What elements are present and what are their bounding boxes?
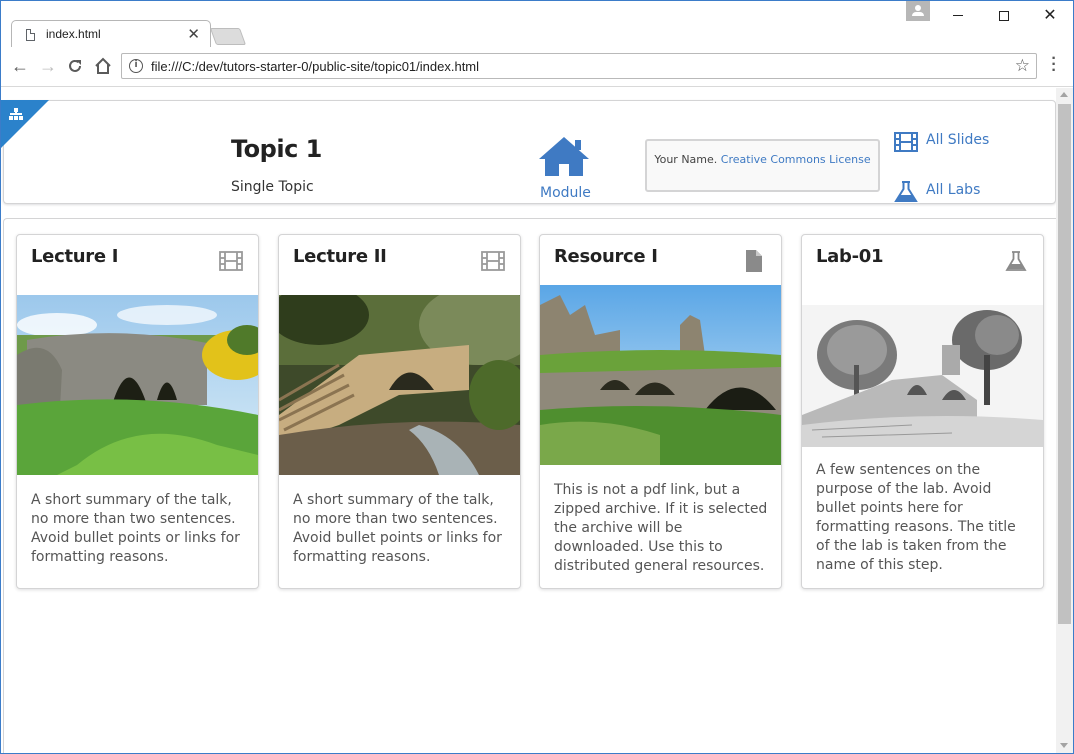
vertical-scrollbar[interactable] — [1056, 88, 1073, 753]
minimize-button[interactable] — [935, 3, 981, 29]
all-labs-label: All Labs — [926, 182, 981, 198]
film-icon — [894, 132, 918, 152]
module-link[interactable]: Module — [540, 185, 591, 201]
page-viewport: Topic 1 Single Topic Module Your Name. C… — [1, 88, 1056, 753]
flask-icon — [894, 181, 918, 202]
card-resource-1[interactable]: Resource I This is not a pdf link, but a… — [539, 234, 782, 589]
home-icon[interactable] — [92, 55, 114, 77]
all-slides-label: All Slides — [926, 132, 990, 148]
reload-icon[interactable] — [64, 55, 86, 77]
address-bar[interactable]: i file:///C:/dev/tutors-starter-0/public… — [121, 53, 1037, 79]
tab-strip: index.html ✕ ✕ — [1, 1, 1073, 48]
document-icon — [26, 29, 35, 41]
close-window-button[interactable]: ✕ — [1027, 3, 1073, 29]
card-lecture-1[interactable]: Lecture I A short summary of the talk, n… — [16, 234, 259, 589]
maximize-button[interactable] — [981, 3, 1027, 29]
license-author: Your Name. — [654, 153, 718, 166]
back-arrow-icon[interactable]: ← — [9, 55, 31, 77]
header-segment: Topic 1 Single Topic Module Your Name. C… — [3, 100, 1056, 204]
page-subtitle: Single Topic — [231, 179, 314, 195]
card-image[interactable] — [802, 305, 1043, 447]
scroll-thumb[interactable] — [1058, 104, 1071, 624]
profile-icon[interactable] — [906, 1, 930, 21]
film-icon — [481, 251, 505, 271]
card-description: This is not a pdf link, but a zipped arc… — [554, 482, 768, 574]
tab-close-icon[interactable]: ✕ — [187, 25, 200, 43]
film-icon — [219, 251, 243, 271]
info-icon[interactable]: i — [129, 59, 143, 73]
browser-tab[interactable]: index.html ✕ — [11, 20, 211, 48]
card-lab-01[interactable]: Lab-01 A few sentences on the purpose of… — [801, 234, 1044, 589]
browser-toolbar: ← → i file:///C:/dev/tutors-starter-0/pu… — [1, 47, 1073, 87]
url-text[interactable]: file:///C:/dev/tutors-starter-0/public-s… — [151, 59, 479, 74]
home-icon[interactable] — [537, 135, 591, 177]
card-title: Lecture I — [31, 246, 119, 267]
scroll-down-arrow-icon[interactable] — [1060, 743, 1068, 748]
menu-icon[interactable]: · · · — [1049, 51, 1059, 79]
card-image[interactable] — [540, 285, 781, 465]
tab-title: index.html — [46, 27, 101, 41]
card-title: Resource I — [554, 246, 658, 267]
new-tab-button[interactable] — [209, 28, 247, 45]
page-title: Topic 1 — [231, 135, 322, 163]
file-icon — [746, 250, 762, 272]
forward-arrow-icon[interactable]: → — [37, 55, 59, 77]
card-description: A few sentences on the purpose of the la… — [816, 462, 1016, 573]
card-lecture-2[interactable]: Lecture II A short summary of the talk, … — [278, 234, 521, 589]
sitemap-icon[interactable] — [9, 108, 23, 120]
card-description: A short summary of the talk, no more tha… — [293, 492, 502, 565]
star-icon[interactable]: ☆ — [1015, 56, 1030, 76]
license-box: Your Name. Creative Commons License — [645, 139, 880, 192]
card-description: A short summary of the talk, no more tha… — [31, 492, 240, 565]
card-title: Lecture II — [293, 246, 387, 267]
scroll-up-arrow-icon[interactable] — [1060, 92, 1068, 97]
card-image[interactable] — [17, 295, 258, 475]
creative-commons-link[interactable]: Creative Commons License — [721, 153, 871, 166]
card-image[interactable] — [279, 295, 520, 475]
card-title: Lab-01 — [816, 246, 884, 267]
browser-window: index.html ✕ ✕ ← → i file:///C:/dev/tuto… — [0, 0, 1074, 754]
flask-icon — [1005, 251, 1027, 271]
